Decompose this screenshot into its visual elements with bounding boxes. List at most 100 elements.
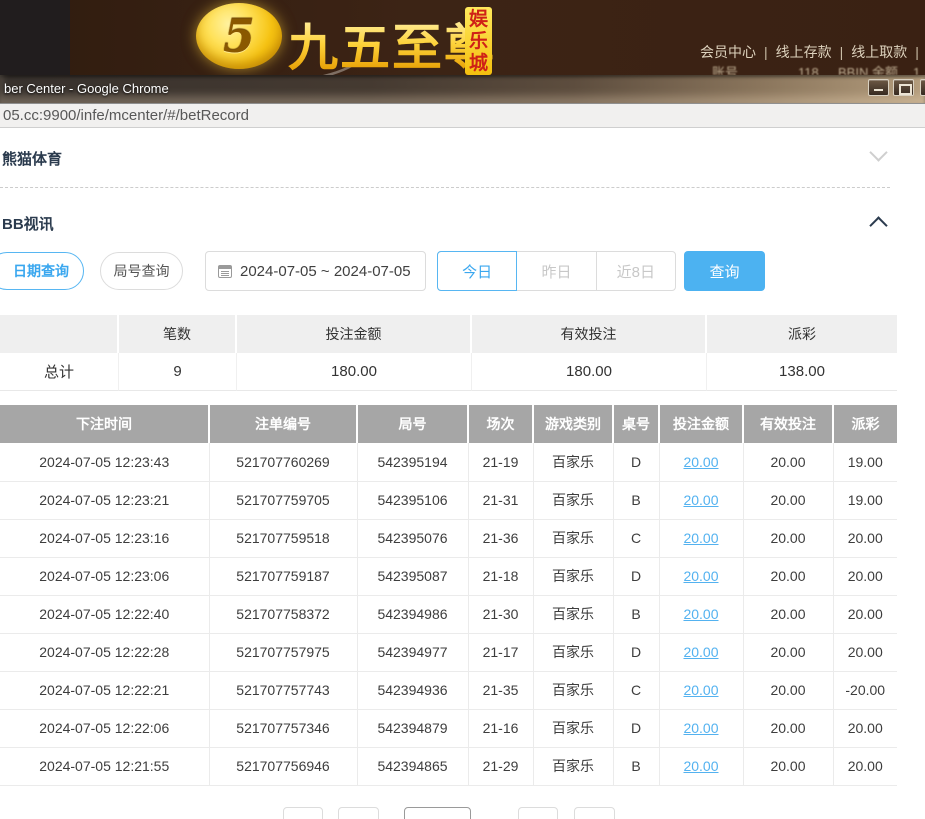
bet-amount-link[interactable]: 20.00 [683, 568, 718, 584]
cell-payout: 20.00 [833, 519, 897, 557]
chevron-down-icon[interactable] [872, 146, 885, 159]
cell-session: 21-35 [468, 671, 533, 709]
bet-amount-link[interactable]: 20.00 [683, 454, 718, 470]
cell-time: 2024-07-05 12:22:21 [0, 671, 209, 709]
bet-amount-link[interactable]: 20.00 [683, 758, 718, 774]
cell-session: 21-19 [468, 443, 533, 481]
pagination-button[interactable] [338, 807, 379, 819]
nav-deposit-link[interactable]: 线上存款 [776, 44, 832, 60]
window-title: ber Center - Google Chrome [4, 81, 169, 96]
window-close-button[interactable] [920, 79, 925, 96]
account-info-strip: 账号 118 BBIN 余额 1 [700, 60, 925, 75]
cell-time: 2024-07-05 12:21:55 [0, 747, 209, 785]
cell-order_no: 521707759518 [209, 519, 357, 557]
cell-valid_bet: 20.00 [743, 595, 833, 633]
bet-amount-link[interactable]: 20.00 [683, 644, 718, 660]
summary-header-row: 笔数 投注金额 有效投注 派彩 [0, 315, 897, 353]
bet-record-table: 下注时间 注单编号 局号 场次 游戏类别 桌号 投注金额 有效投注 派彩 202… [0, 405, 897, 786]
cell-valid_bet: 20.00 [743, 557, 833, 595]
cell-time: 2024-07-05 12:22:40 [0, 595, 209, 633]
date-range-input[interactable]: 2024-07-05 ~ 2024-07-05 [205, 251, 426, 291]
table-row: 2024-07-05 12:23:43521707760269542395194… [0, 443, 897, 481]
bet-amount-link[interactable]: 20.00 [683, 606, 718, 622]
cell-order_no: 521707759187 [209, 557, 357, 595]
cell-time: 2024-07-05 12:23:43 [0, 443, 209, 481]
cell-table_no: D [613, 709, 659, 747]
cell-round_no: 542394879 [357, 709, 468, 747]
summary-total-label: 总计 [0, 353, 119, 391]
logo-sub-char: 乐 [469, 31, 488, 53]
nav-separator: | [764, 44, 768, 60]
section-header-bb-video[interactable]: BB视讯 [0, 203, 897, 243]
browser-address-bar[interactable]: 05.cc:9900/infe/mcenter/#/betRecord [0, 103, 925, 128]
url-text[interactable]: 05.cc:9900/infe/mcenter/#/betRecord [3, 104, 249, 128]
cell-table_no: C [613, 671, 659, 709]
table-row: 2024-07-05 12:23:06521707759187542395087… [0, 557, 897, 595]
nav-separator: | [915, 44, 919, 60]
section-header-panda-sports[interactable]: 熊猫体育 [0, 138, 897, 178]
nav-member-center-link[interactable]: 会员中心 [700, 44, 756, 60]
table-row: 2024-07-05 12:22:06521707757346542394879… [0, 709, 897, 747]
search-button[interactable]: 查询 [684, 251, 765, 291]
summary-total-valid: 180.00 [472, 353, 707, 391]
summary-header-blank [0, 315, 119, 353]
cell-order_no: 521707759705 [209, 481, 357, 519]
cell-payout: 20.00 [833, 557, 897, 595]
summary-total-row: 总计 9 180.00 180.00 138.00 [0, 353, 897, 391]
last8days-button[interactable]: 近8日 [597, 252, 675, 290]
section-title: 熊猫体育 [2, 148, 62, 169]
nav-withdraw-link[interactable]: 线上取款 [851, 44, 907, 60]
cell-payout: 20.00 [833, 709, 897, 747]
today-button[interactable]: 今日 [437, 251, 517, 291]
section-title: BB视讯 [2, 213, 54, 234]
pagination-current-page[interactable] [404, 807, 471, 819]
calendar-icon [218, 265, 232, 278]
summary-table: 笔数 投注金额 有效投注 派彩 总计 9 180.00 180.00 138.0… [0, 315, 897, 391]
cell-bet_amount: 20.00 [659, 557, 743, 595]
bet-amount-link[interactable]: 20.00 [683, 682, 718, 698]
window-minimize-button[interactable] [868, 79, 889, 96]
cell-order_no: 521707757975 [209, 633, 357, 671]
cell-session: 21-29 [468, 747, 533, 785]
cell-bet_amount: 20.00 [659, 519, 743, 557]
cell-round_no: 542395076 [357, 519, 468, 557]
yesterday-button[interactable]: 昨日 [517, 252, 596, 290]
cell-round_no: 542395087 [357, 557, 468, 595]
top-nav: 会员中心|线上存款|线上取款|一 [700, 42, 925, 60]
cell-session: 21-16 [468, 709, 533, 747]
window-maximize-button[interactable] [893, 79, 914, 96]
pagination-button[interactable] [574, 807, 615, 819]
cell-valid_bet: 20.00 [743, 709, 833, 747]
cell-game_type: 百家乐 [533, 595, 613, 633]
pagination-button[interactable] [283, 807, 323, 819]
cell-session: 21-17 [468, 633, 533, 671]
col-header-time: 下注时间 [0, 405, 209, 443]
col-header-valid-bet: 有效投注 [743, 405, 833, 443]
window-titlebar[interactable]: ber Center - Google Chrome [0, 75, 925, 103]
cell-bet_amount: 20.00 [659, 443, 743, 481]
cell-bet_amount: 20.00 [659, 671, 743, 709]
pagination-button[interactable] [518, 807, 558, 819]
cell-session: 21-36 [468, 519, 533, 557]
cell-order_no: 521707758372 [209, 595, 357, 633]
bet-amount-link[interactable]: 20.00 [683, 492, 718, 508]
logo-subtitle-box: 娱 乐 城 [465, 7, 492, 75]
col-header-game-type: 游戏类别 [533, 405, 613, 443]
table-row: 2024-07-05 12:22:40521707758372542394986… [0, 595, 897, 633]
chevron-up-icon[interactable] [872, 219, 885, 232]
cell-game_type: 百家乐 [533, 481, 613, 519]
cell-valid_bet: 20.00 [743, 747, 833, 785]
cell-game_type: 百家乐 [533, 633, 613, 671]
cell-table_no: B [613, 747, 659, 785]
date-query-tab[interactable]: 日期查询 [0, 252, 84, 290]
table-row: 2024-07-05 12:23:16521707759518542395076… [0, 519, 897, 557]
cell-valid_bet: 20.00 [743, 443, 833, 481]
logo-sub-char: 娱 [469, 9, 488, 31]
logo-sub-char: 城 [469, 53, 488, 75]
bet-amount-link[interactable]: 20.00 [683, 530, 718, 546]
cell-round_no: 542394936 [357, 671, 468, 709]
bet-amount-link[interactable]: 20.00 [683, 720, 718, 736]
round-query-tab[interactable]: 局号查询 [100, 252, 183, 290]
bet-table-body: 2024-07-05 12:23:43521707760269542395194… [0, 443, 897, 785]
account-number-fragment: 118 [798, 60, 819, 75]
